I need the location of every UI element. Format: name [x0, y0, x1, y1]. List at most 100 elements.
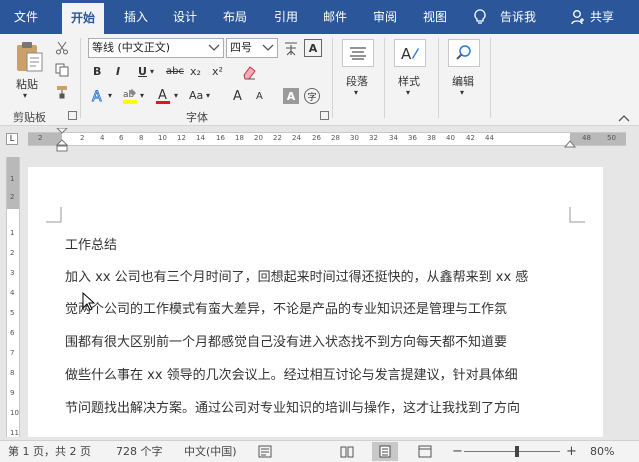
- chevron-down-icon[interactable]: ▾: [150, 67, 154, 76]
- tab-view[interactable]: 视图: [423, 0, 447, 34]
- clear-formatting-button[interactable]: [240, 63, 258, 81]
- ruler-tick: 38: [427, 134, 436, 142]
- chevron-down-icon[interactable]: ▾: [206, 91, 210, 100]
- tell-me-search[interactable]: 告诉我: [500, 0, 536, 34]
- chevron-down-icon[interactable]: ▾: [23, 91, 27, 100]
- zoom-out-button[interactable]: −: [452, 441, 463, 462]
- ruler-tick: 24: [292, 134, 301, 142]
- vruler-tick: 5: [10, 309, 15, 317]
- ruler-tick: 8: [139, 134, 144, 142]
- margin-corner: [569, 207, 585, 223]
- font-size-combo[interactable]: 四号: [226, 38, 278, 58]
- underline-button[interactable]: U: [138, 65, 147, 78]
- highlighter-icon: ab: [123, 89, 137, 104]
- font-color-button[interactable]: A: [154, 86, 172, 106]
- lightbulb-icon[interactable]: [473, 0, 487, 34]
- zoom-in-button[interactable]: +: [566, 441, 577, 462]
- page-count[interactable]: 第 1 页，共 2 页: [8, 441, 91, 462]
- text-effects-button[interactable]: A: [89, 87, 107, 105]
- collapse-ribbon-icon[interactable]: [618, 114, 630, 122]
- styles-label: 样式: [398, 75, 420, 88]
- paintbrush-icon: [57, 86, 67, 99]
- tab-references[interactable]: 引用: [274, 0, 298, 34]
- shrink-font-button[interactable]: A: [256, 91, 263, 102]
- ruler-tick: 16: [216, 134, 225, 142]
- ruler-tick: 42: [466, 134, 475, 142]
- vruler-top-margin: [7, 157, 19, 209]
- ruler-tick: 6: [119, 134, 124, 142]
- share-button[interactable]: 共享: [590, 0, 614, 34]
- phonetic-guide-icon: [285, 42, 297, 56]
- highlight-button[interactable]: ab: [121, 86, 139, 106]
- vruler-tick: 3: [10, 269, 15, 277]
- copy-button[interactable]: [54, 62, 70, 78]
- font-launcher-icon[interactable]: [320, 111, 329, 120]
- tab-layout[interactable]: 布局: [223, 0, 247, 34]
- search-icon: [456, 45, 471, 60]
- chevron-down-icon[interactable]: ▾: [174, 91, 178, 100]
- web-layout-icon[interactable]: [418, 445, 432, 458]
- strikethrough-button[interactable]: abc: [166, 66, 184, 77]
- zoom-slider[interactable]: [464, 446, 560, 457]
- language-status[interactable]: 中文(中国): [184, 441, 237, 462]
- status-bar: 第 1 页，共 2 页 728 个字 中文(中国) − + 80%: [0, 440, 639, 462]
- font-size-value: 四号: [230, 41, 252, 54]
- character-border-button[interactable]: A: [304, 39, 322, 57]
- vruler-tick: 1: [10, 229, 15, 237]
- tab-design[interactable]: 设计: [173, 0, 197, 34]
- tab-mailings[interactable]: 邮件: [323, 0, 347, 34]
- chevron-down-icon[interactable]: ▾: [140, 91, 144, 100]
- read-mode-icon[interactable]: [340, 445, 354, 458]
- tab-review[interactable]: 审阅: [373, 0, 397, 34]
- chevron-down-icon[interactable]: ▾: [460, 88, 464, 97]
- right-indent-marker-icon[interactable]: [564, 140, 576, 148]
- ruler-tick: 30: [350, 134, 359, 142]
- doc-line: 加入 xx 公司也有三个月时间了，回想起来时间过得还挺快的，从鑫帮来到 xx 感: [65, 270, 529, 285]
- indent-marker-icon[interactable]: [56, 128, 68, 152]
- chevron-down-icon[interactable]: ▾: [406, 88, 410, 97]
- tab-file[interactable]: 文件: [14, 0, 38, 34]
- ruler-tick: 22: [273, 134, 282, 142]
- grow-font-button[interactable]: A: [233, 89, 242, 104]
- vruler-tick: 2: [10, 193, 15, 201]
- superscript-button[interactable]: x²: [212, 65, 223, 78]
- vertical-scrollbar[interactable]: [626, 157, 639, 437]
- enclose-characters-button[interactable]: 字: [304, 88, 320, 104]
- paragraph-button[interactable]: [342, 39, 374, 67]
- italic-button[interactable]: I: [116, 65, 120, 78]
- chevron-down-icon[interactable]: ▾: [354, 88, 358, 97]
- tab-insert[interactable]: 插入: [124, 0, 148, 34]
- phonetic-guide-button[interactable]: [282, 38, 300, 58]
- paste-button[interactable]: [12, 40, 46, 74]
- svg-text:A: A: [401, 45, 412, 62]
- font-name-value: 等线 (中文正文): [92, 41, 171, 54]
- zoom-level[interactable]: 80%: [590, 441, 614, 462]
- font-color-icon: A: [156, 88, 170, 104]
- character-shading-button[interactable]: A: [283, 88, 299, 104]
- tab-selector-icon[interactable]: L: [6, 133, 18, 145]
- bold-button[interactable]: B: [93, 65, 101, 78]
- group-divider: [384, 38, 385, 118]
- tab-home[interactable]: 开始: [62, 3, 105, 34]
- editing-button[interactable]: [448, 39, 480, 67]
- paste-label: 粘贴: [16, 78, 38, 91]
- svg-text:A: A: [92, 89, 102, 104]
- font-name-combo[interactable]: 等线 (中文正文): [88, 38, 224, 58]
- ruler-tick: 28: [331, 134, 340, 142]
- ruler-tick: 10: [158, 134, 167, 142]
- change-case-button[interactable]: Aa: [189, 89, 203, 102]
- zoom-slider-thumb[interactable]: [514, 446, 519, 457]
- macro-record-icon[interactable]: [258, 445, 272, 458]
- document-page[interactable]: 工作总结 加入 xx 公司也有三个月时间了，回想起来时间过得还挺快的，从鑫帮来到…: [28, 167, 603, 437]
- clipboard-icon: [17, 42, 43, 72]
- user-icon[interactable]: [571, 0, 585, 34]
- format-painter-button[interactable]: [54, 84, 70, 100]
- word-count[interactable]: 728 个字: [116, 441, 163, 462]
- styles-button[interactable]: A: [394, 39, 426, 67]
- print-layout-button[interactable]: [372, 442, 398, 461]
- subscript-button[interactable]: x₂: [190, 65, 201, 78]
- ruler-tick: 48: [582, 134, 591, 142]
- chevron-down-icon[interactable]: ▾: [108, 91, 112, 100]
- cut-button[interactable]: [54, 40, 70, 56]
- clipboard-launcher-icon[interactable]: [68, 111, 77, 120]
